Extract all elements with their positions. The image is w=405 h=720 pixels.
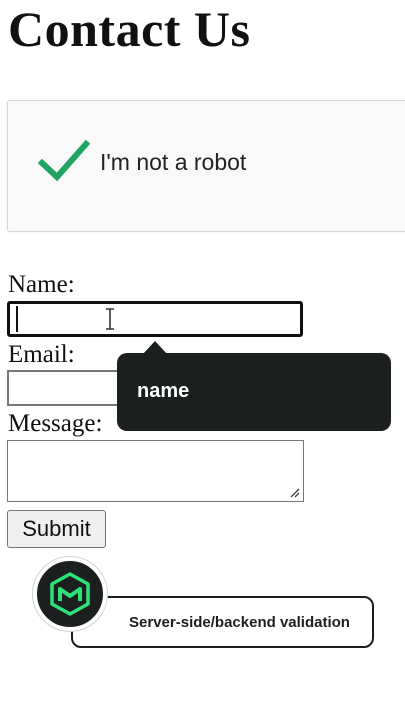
checkmark-icon[interactable] — [38, 139, 90, 183]
email-label: Email: — [8, 341, 75, 368]
resize-grip-icon[interactable] — [288, 486, 300, 498]
page-title: Contact Us — [8, 1, 251, 57]
captcha-label: I'm not a robot — [100, 149, 247, 175]
cube-logo-icon — [50, 572, 90, 616]
brand-logo — [33, 557, 107, 631]
text-cursor-icon — [106, 308, 114, 330]
tooltip-text: name — [137, 380, 190, 402]
caption-text: Server-side/backend validation — [129, 613, 350, 631]
message-textarea[interactable] — [7, 440, 304, 502]
caption-banner: Server-side/backend validation — [71, 596, 374, 648]
name-label: Name: — [8, 271, 75, 298]
validation-tooltip: name — [117, 341, 391, 431]
tooltip-arrow — [143, 341, 167, 354]
submit-button[interactable]: Submit — [7, 510, 106, 548]
text-caret — [16, 306, 18, 332]
recaptcha-widget[interactable]: I'm not a robot — [7, 100, 405, 232]
name-field[interactable] — [7, 301, 303, 337]
message-label: Message: — [8, 410, 103, 437]
